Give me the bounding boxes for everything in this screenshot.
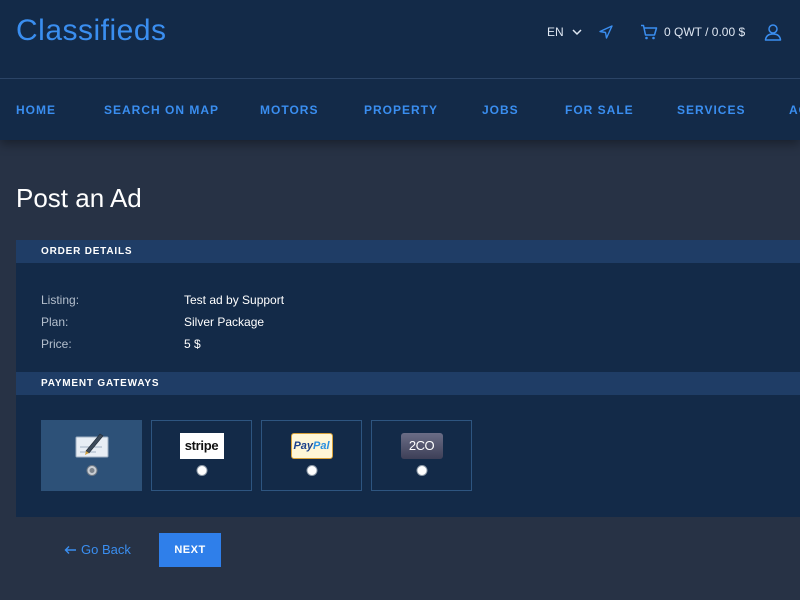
language-selector[interactable]: EN: [547, 25, 582, 39]
main-nav: HOME SEARCH ON MAP MOTORS PROPERTY JOBS …: [0, 78, 800, 140]
paypal-logo-pal: Pal: [313, 440, 330, 452]
nav-item-search-on-map[interactable]: SEARCH ON MAP: [104, 103, 219, 117]
detail-row-plan: Plan: Silver Package: [41, 315, 264, 329]
location-arrow-icon[interactable]: [598, 24, 614, 40]
nav-item-accommodation[interactable]: ACCOMMODATION: [789, 103, 800, 117]
detail-label: Plan:: [41, 315, 69, 329]
nav-item-property[interactable]: PROPERTY: [364, 103, 438, 117]
order-details-heading: ORDER DETAILS: [16, 240, 800, 263]
nav-item-home[interactable]: HOME: [16, 103, 56, 117]
nav-item-jobs[interactable]: JOBS: [482, 103, 519, 117]
gateway-radio[interactable]: [86, 465, 97, 476]
gateway-stripe[interactable]: stripe: [151, 420, 252, 491]
user-icon[interactable]: [764, 23, 782, 41]
detail-value: 5 $: [184, 337, 201, 351]
site-logo[interactable]: Classifieds: [16, 14, 167, 48]
paypal-logo-pay: Pay: [293, 440, 314, 452]
nav-item-motors[interactable]: MOTORS: [260, 103, 318, 117]
gateway-paypal[interactable]: PayPal: [261, 420, 362, 491]
language-label: EN: [547, 25, 564, 39]
cart-text: 0 QWT / 0.00 $: [664, 25, 746, 39]
stripe-logo: stripe: [179, 433, 224, 459]
go-back-label: Go Back: [81, 542, 131, 557]
paypal-logo: PayPal: [290, 433, 333, 459]
site-header: Classifieds EN 0 QWT / 0.00 $ HOME SEARC…: [0, 0, 800, 140]
cart-summary[interactable]: 0 QWT / 0.00 $: [640, 24, 745, 40]
payment-gateways-heading: PAYMENT GATEWAYS: [16, 372, 800, 395]
go-back-link[interactable]: Go Back: [64, 542, 131, 557]
detail-row-listing: Listing: Test ad by Support: [41, 293, 284, 307]
gateway-radio[interactable]: [306, 465, 317, 476]
gateway-radio[interactable]: [196, 465, 207, 476]
twoco-logo: 2CO: [400, 433, 443, 459]
gateway-2checkout[interactable]: 2CO: [371, 420, 472, 491]
check-icon: [75, 433, 108, 458]
detail-label: Price:: [41, 337, 72, 351]
gateway-check[interactable]: [41, 420, 142, 491]
chevron-down-icon: [572, 29, 582, 36]
detail-row-price: Price: 5 $: [41, 337, 201, 351]
nav-item-services[interactable]: SERVICES: [677, 103, 745, 117]
page-title: Post an Ad: [16, 183, 142, 213]
gateway-radio[interactable]: [416, 465, 427, 476]
nav-item-for-sale[interactable]: FOR SALE: [565, 103, 634, 117]
cart-icon: [641, 24, 658, 40]
detail-label: Listing:: [41, 293, 80, 307]
detail-value: Test ad by Support: [184, 293, 285, 307]
next-button[interactable]: NEXT: [159, 533, 221, 567]
arrow-left-icon: [64, 545, 76, 554]
detail-value: Silver Package: [184, 315, 265, 329]
